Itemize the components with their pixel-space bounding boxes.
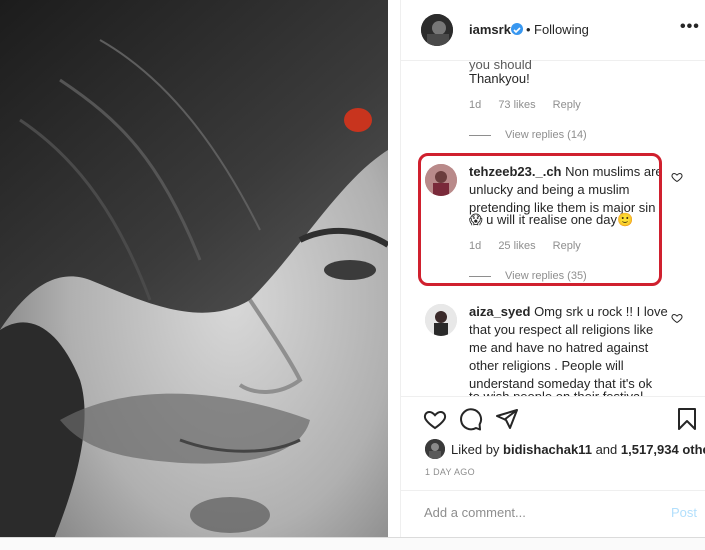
liked-by-avatar[interactable] xyxy=(425,439,445,459)
comment-like-heart-icon[interactable] xyxy=(671,171,683,183)
more-options-icon[interactable]: ••• xyxy=(680,18,700,36)
commenter-username[interactable]: aiza_syed xyxy=(469,304,530,319)
author-username[interactable]: iamsrk xyxy=(469,22,511,37)
header-separator: • xyxy=(526,22,531,37)
comment-text-line: me and have no hatred against xyxy=(469,340,649,355)
photo-illustration xyxy=(0,0,388,549)
post-header: iamsrk • Following ••• xyxy=(401,0,705,61)
bookmark-icon[interactable] xyxy=(675,407,699,431)
author-avatar[interactable] xyxy=(421,14,453,46)
bottom-border xyxy=(0,537,705,550)
liked-by-and: and xyxy=(595,442,618,457)
comment-likes[interactable]: 73 likes xyxy=(498,99,535,111)
red-tilak-mark xyxy=(344,108,372,132)
verified-badge-icon xyxy=(511,23,523,35)
comment-text-line: Omg srk u rock !! I love xyxy=(534,304,668,319)
divider xyxy=(388,0,400,549)
share-icon[interactable] xyxy=(495,407,519,431)
comment-reply-link[interactable]: Reply xyxy=(553,99,581,111)
comment-input[interactable]: Add a comment... xyxy=(424,505,526,520)
view-replies-button[interactable]: View replies (14) xyxy=(469,129,587,141)
post-photo[interactable] xyxy=(0,0,388,549)
comment-time: 1d xyxy=(469,99,482,111)
liked-by-prefix: Liked by xyxy=(451,442,500,457)
comment-text: Thankyou! xyxy=(469,71,530,86)
liked-by-username[interactable]: bidishachak11 xyxy=(503,442,592,457)
highlight-annotation xyxy=(418,153,662,286)
comment-item: aiza_syed Omg srk u rock !! I love that … xyxy=(401,300,705,396)
comment-icon[interactable] xyxy=(459,407,483,431)
view-replies-label: View replies (14) xyxy=(505,129,587,141)
comment-text-line: other religions . People will xyxy=(469,358,624,373)
liked-by-count[interactable]: 1,517,934 others xyxy=(621,442,705,457)
comment-text-line: that you respect all religions like xyxy=(469,322,654,337)
liked-by-text: Liked by bidishachak11 and 1,517,934 oth… xyxy=(451,442,705,457)
comment-text-line: to wish people on their festival xyxy=(469,388,643,396)
add-comment-bar: Add a comment... Post xyxy=(401,490,705,535)
post-button[interactable]: Post xyxy=(671,505,697,520)
comment-meta: 1d 73 likes Reply xyxy=(469,99,595,111)
following-button[interactable]: Following xyxy=(534,22,589,37)
comment-body: aiza_syed Omg srk u rock !! I love xyxy=(469,303,679,321)
commenter-avatar[interactable] xyxy=(425,304,457,336)
heart-icon[interactable] xyxy=(423,407,447,431)
post-timestamp[interactable]: 1 DAY AGO xyxy=(425,467,475,477)
comment-like-heart-icon[interactable] xyxy=(671,312,683,324)
